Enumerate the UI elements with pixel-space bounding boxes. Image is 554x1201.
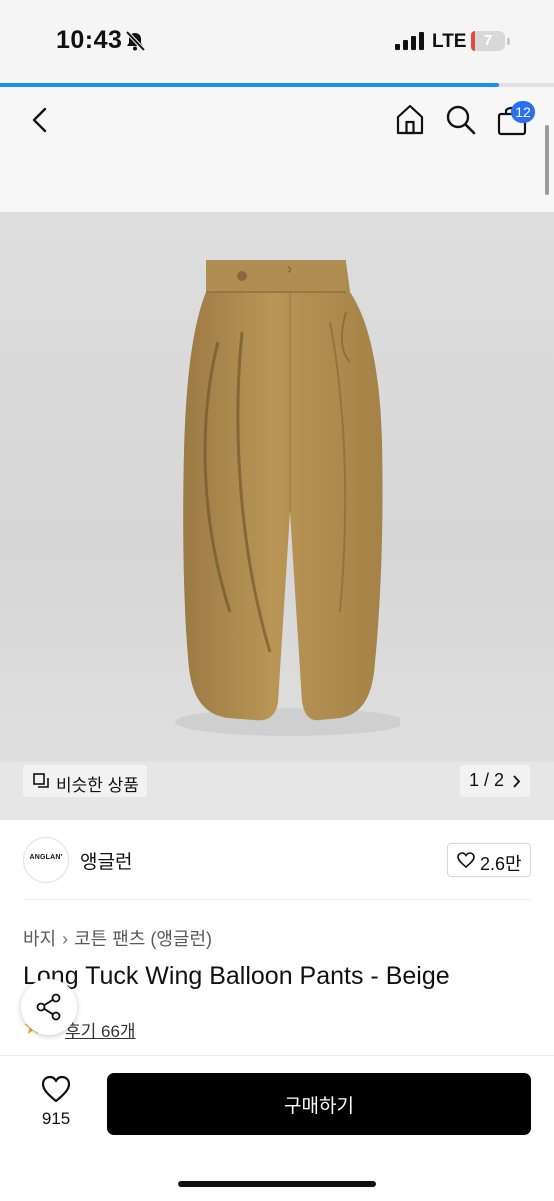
copy-icon xyxy=(33,773,49,788)
chevron-right-icon xyxy=(513,775,521,788)
status-bar: 10:43 LTE 7 xyxy=(0,0,554,84)
scrollbar-thumb[interactable] xyxy=(545,125,549,195)
product-image-pants xyxy=(175,260,400,736)
heart-icon xyxy=(457,852,475,868)
network-type: LTE xyxy=(432,31,467,52)
home-icon[interactable] xyxy=(394,103,426,135)
chevron-left-icon[interactable] xyxy=(28,106,52,134)
share-icon xyxy=(36,993,61,1021)
cart-count-badge: 12 xyxy=(511,101,535,123)
share-button[interactable] xyxy=(21,979,77,1035)
breadcrumb-category[interactable]: 바지 xyxy=(23,929,56,949)
product-title: Long Tuck Wing Balloon Pants - Beige xyxy=(23,962,450,990)
image-pager-button[interactable]: 1 / 2 xyxy=(460,765,530,797)
battery-icon: 7 xyxy=(471,31,505,51)
breadcrumb-separator-icon: › xyxy=(62,929,69,949)
brand-logo-text: ANGLAN' xyxy=(29,854,63,861)
battery-level: 7 xyxy=(483,32,493,49)
image-page-indicator: 1 / 2 xyxy=(469,770,505,790)
brand-like-button[interactable]: 2.6만 xyxy=(447,843,531,877)
brand-logo[interactable]: ANGLAN' xyxy=(23,837,69,883)
reviews-link[interactable]: 후기 66개 xyxy=(65,1017,136,1042)
breadcrumb-subcategory[interactable]: 코튼 팬츠 (앵글런) xyxy=(74,929,212,949)
bell-slash-icon xyxy=(125,30,146,52)
similar-products-button[interactable]: 비슷한 상품 xyxy=(23,765,147,797)
status-time: 10:43 xyxy=(56,26,123,54)
search-icon[interactable] xyxy=(445,104,477,136)
divider xyxy=(23,899,531,900)
similar-products-label: 비슷한 상품 xyxy=(56,776,139,795)
breadcrumb: 바지 › 코튼 팬츠 (앵글런) xyxy=(23,925,212,951)
buy-button[interactable]: 구매하기 xyxy=(107,1073,531,1135)
heart-icon xyxy=(41,1075,71,1103)
home-indicator[interactable] xyxy=(178,1181,376,1187)
wishlist-button[interactable]: 915 xyxy=(25,1075,87,1135)
product-image-gallery[interactable] xyxy=(0,212,554,820)
brand-name[interactable]: 앵글런 xyxy=(80,847,132,874)
signal-icon xyxy=(395,32,424,50)
brand-row[interactable]: ANGLAN' 앵글런 2.6만 xyxy=(0,825,554,897)
wishlist-count: 915 xyxy=(41,1109,71,1128)
brand-like-count: 2.6만 xyxy=(480,854,522,874)
waist-button xyxy=(237,271,247,281)
battery-tip xyxy=(507,38,510,45)
